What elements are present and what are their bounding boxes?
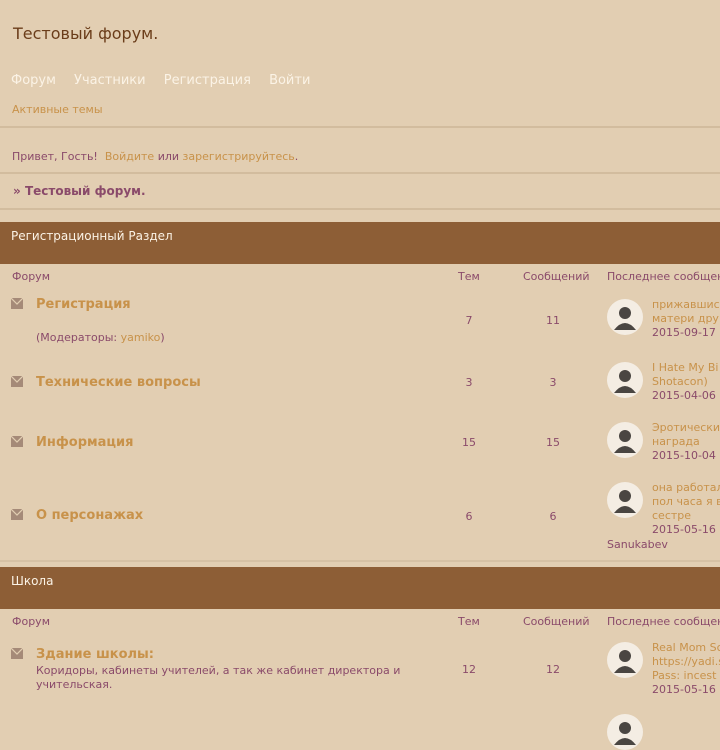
last-post-title-cont[interactable]: сестре <box>652 509 720 523</box>
user-silhouette-icon <box>614 722 636 745</box>
last-post-date: 2015-04-06 <box>652 389 716 402</box>
col-last-post: Последнее сообщение <box>607 615 720 628</box>
forum-moderators: (Модераторы: yamiko) <box>36 331 416 345</box>
avatar[interactable] <box>607 714 643 750</box>
last-post: I Hate My Bi Shotacon) 2015-04-06 <box>652 361 720 403</box>
last-post-title-cont[interactable]: https://yadi.s <box>652 655 720 669</box>
last-post-title-cont[interactable]: пол часа я в <box>652 495 720 509</box>
forum-link[interactable]: Здание школы: <box>36 647 154 662</box>
avatar[interactable] <box>607 362 643 398</box>
greeting-dot: . <box>294 150 299 163</box>
forum-envelope-icon <box>11 376 23 387</box>
nav-forum[interactable]: Форум <box>11 73 56 88</box>
avatar[interactable] <box>607 422 643 458</box>
last-post-title[interactable]: Эротически <box>652 421 720 435</box>
last-post-title[interactable]: Real Mom Sc <box>652 641 720 655</box>
forum-envelope-icon <box>11 436 23 447</box>
divider <box>0 560 720 562</box>
last-post-date: 2015-05-16 <box>652 523 716 536</box>
last-post-title-cont[interactable]: матери дру <box>652 312 720 326</box>
user-silhouette-icon <box>614 490 636 513</box>
last-post-date: 2015-10-04 <box>652 449 716 462</box>
topics-count: 15 <box>462 436 476 449</box>
forum-envelope-icon <box>11 648 23 659</box>
category-title[interactable]: Школа <box>11 574 53 588</box>
breadcrumb-title[interactable]: Тестовый форум. <box>25 184 146 198</box>
forum-link[interactable]: Регистрация <box>36 297 131 312</box>
category-title[interactable]: Регистрационный Раздел <box>11 229 173 243</box>
last-post-title-cont[interactable]: награда <box>652 435 720 449</box>
greeting: Привет, Гость! Войдите или зарегистрируй… <box>12 150 298 163</box>
col-posts: Сообщений <box>523 615 590 628</box>
forum-link[interactable]: Технические вопросы <box>36 375 201 390</box>
last-post-title[interactable]: прижавшис <box>652 298 720 312</box>
category-header: Школа <box>0 567 720 609</box>
user-silhouette-icon <box>614 307 636 330</box>
last-post: Real Mom Sc https://yadi.s Pass: incest … <box>652 641 720 697</box>
category-header: Регистрационный Раздел <box>0 222 720 264</box>
last-post-title-cont[interactable]: Shotacon) <box>652 375 720 389</box>
main-nav: Форум Участники Регистрация Войти <box>11 73 324 88</box>
nav-members[interactable]: Участники <box>74 73 146 88</box>
col-posts: Сообщений <box>523 270 590 283</box>
last-post-date: 2015-09-17 <box>652 326 716 339</box>
divider <box>0 126 720 128</box>
topics-count: 12 <box>462 663 476 676</box>
col-last-post: Последнее сообщение <box>607 270 720 283</box>
posts-count: 6 <box>549 510 557 523</box>
forum-description: Коридоры, кабинеты учителей, а так же ка… <box>36 664 401 691</box>
topics-count: 7 <box>465 314 473 327</box>
user-silhouette-icon <box>614 430 636 453</box>
posts-count: 3 <box>549 376 557 389</box>
nav-login[interactable]: Войти <box>269 73 310 88</box>
last-post-title[interactable]: она работал <box>652 481 720 495</box>
moderators-prefix: (Модераторы: <box>36 331 121 344</box>
moderator-link[interactable]: yamiko <box>121 331 161 344</box>
posts-count: 15 <box>546 436 560 449</box>
register-link[interactable]: зарегистрируйтесь <box>183 150 295 163</box>
greeting-hello: Привет, Гость! <box>12 150 98 163</box>
forum-link[interactable]: Информация <box>36 435 134 450</box>
user-silhouette-icon <box>614 650 636 673</box>
breadcrumb-arrow: » <box>13 184 21 198</box>
col-forum: Форум <box>12 270 50 283</box>
last-post: Эротически награда 2015-10-04 <box>652 421 720 463</box>
last-post-date: 2015-05-16 <box>652 683 716 696</box>
avatar[interactable] <box>607 642 643 678</box>
forum-link[interactable]: О персонажах <box>36 508 143 523</box>
divider <box>0 172 720 174</box>
last-post-title-cont[interactable]: Pass: incest <box>652 669 720 683</box>
user-silhouette-icon <box>614 370 636 393</box>
last-post-author[interactable]: Sanukabev <box>607 538 668 551</box>
login-link[interactable]: Войдите <box>105 150 154 163</box>
last-post: прижавшис матери дру 2015-09-17 <box>652 298 720 340</box>
topics-count: 3 <box>465 376 473 389</box>
divider <box>0 208 720 210</box>
last-post: она работал пол часа я в сестре 2015-05-… <box>652 481 720 537</box>
active-topics-link[interactable]: Активные темы <box>12 103 103 116</box>
greeting-or: или <box>157 150 180 163</box>
topics-count: 6 <box>465 510 473 523</box>
col-topics: Тем <box>458 615 480 628</box>
forum-envelope-icon <box>11 509 23 520</box>
site-title[interactable]: Тестовый форум. <box>13 24 158 43</box>
breadcrumb: » Тестовый форум. <box>13 184 146 198</box>
col-forum: Форум <box>12 615 50 628</box>
col-topics: Тем <box>458 270 480 283</box>
nav-register[interactable]: Регистрация <box>164 73 251 88</box>
last-post-title[interactable]: I Hate My Bi <box>652 361 720 375</box>
moderators-suffix: ) <box>160 331 165 344</box>
forum-envelope-icon <box>11 298 23 309</box>
posts-count: 12 <box>546 663 560 676</box>
avatar[interactable] <box>607 299 643 335</box>
avatar[interactable] <box>607 482 643 518</box>
posts-count: 11 <box>546 314 560 327</box>
